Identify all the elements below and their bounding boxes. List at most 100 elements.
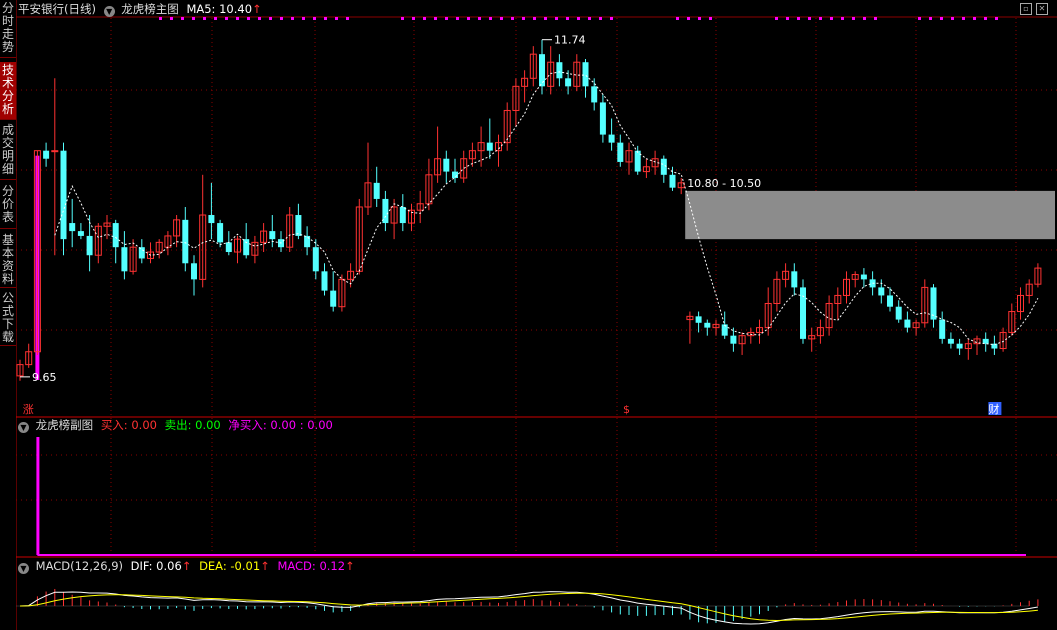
candle-body	[956, 343, 963, 349]
candle-body	[321, 271, 328, 291]
marker-dot	[192, 17, 195, 20]
sub-panel-title[interactable]: 龙虎榜副图	[36, 418, 94, 432]
close-icon[interactable]: ✕	[1036, 3, 1048, 15]
candle-body	[51, 150, 59, 153]
marker-dot	[588, 17, 591, 20]
candle-body	[60, 150, 67, 240]
marker-dot	[808, 17, 811, 20]
candle-body	[269, 231, 276, 240]
marker-dot	[159, 17, 162, 20]
marker-dot	[709, 17, 712, 20]
marker-dot	[445, 17, 448, 20]
candle-body	[904, 319, 911, 328]
marker-dot	[412, 17, 415, 20]
marker-dot	[313, 17, 316, 20]
window-restore-icon[interactable]: ▫	[1020, 3, 1032, 15]
price-zone-box	[685, 190, 1055, 240]
sidebar-tab-char: 析	[1, 102, 14, 116]
candle-body	[939, 319, 946, 339]
chevron-down-icon[interactable]: ▼	[18, 563, 29, 574]
marker-dot	[698, 17, 701, 20]
candle-body	[887, 295, 893, 307]
candle-body	[373, 182, 380, 199]
chart-area: 11.74 9.65 10.80 - 10.50 涨 $ 财 平安银行(日线) ▼ 龙虎榜…	[16, 0, 1057, 630]
macd-title[interactable]: MACD(12,26,9)	[36, 559, 123, 573]
dif-value: DIF: 0.06	[130, 559, 182, 573]
sidebar-tab-5[interactable]: 公式下载	[0, 290, 16, 346]
marker-dot	[346, 17, 349, 20]
marker-dot	[203, 17, 206, 20]
stock-title: 平安银行(日线)	[18, 2, 96, 16]
marker-dot	[478, 17, 481, 20]
marker-dot	[544, 17, 547, 20]
marker-dot	[863, 17, 866, 20]
candle-body	[399, 206, 406, 224]
marker-dot	[830, 17, 833, 20]
marker-dot	[291, 17, 294, 20]
net-buy-value: 净买入: 0.00 : 0.00	[228, 418, 333, 432]
marker-dot	[258, 17, 261, 20]
marker-dot	[456, 17, 459, 20]
sidebar-tab-4[interactable]: 基本资料	[0, 232, 16, 288]
candle-body	[112, 223, 119, 248]
candle-body	[121, 247, 128, 272]
candle-body	[556, 62, 563, 79]
marker-dot	[214, 17, 217, 20]
marker-dot	[610, 17, 613, 20]
sub-panel-header: ▼ 龙虎榜副图 买入: 0.00 卖出: 0.00 净买入: 0.00 : 0.…	[18, 417, 333, 433]
marker-dot	[852, 17, 855, 20]
candle-body	[295, 215, 302, 236]
macd-panel-header: ▼ MACD(12,26,9) DIF: 0.06↑ DEA: -0.01↑ M…	[18, 558, 355, 574]
candle-body	[930, 287, 937, 320]
sidebar-tab-char: 表	[1, 210, 14, 224]
marker-dot	[324, 17, 327, 20]
marker-dot	[533, 17, 536, 20]
chart-canvas[interactable]: 11.74 9.65 10.80 - 10.50 涨 $ 财	[16, 0, 1057, 630]
macd-value: MACD: 0.12	[277, 559, 346, 573]
sidebar-tab-3[interactable]: 分价表	[0, 183, 16, 229]
marker-dot	[962, 17, 965, 20]
candle-body	[312, 247, 319, 272]
macd-arrow-icon: ↑	[345, 559, 355, 573]
candle-body	[730, 335, 737, 344]
sidebar-tab-char: 料	[1, 272, 14, 286]
sidebar-tab-char: 载	[1, 330, 14, 344]
dea-value: DEA: -0.01	[199, 559, 261, 573]
candle-body	[330, 290, 337, 307]
indicator-name[interactable]: 龙虎榜主图	[121, 2, 179, 16]
candle-body	[43, 150, 50, 159]
marker-dot	[940, 17, 943, 20]
candle-body	[191, 263, 197, 280]
chevron-down-icon[interactable]: ▼	[18, 422, 29, 433]
marker-dot	[687, 17, 690, 20]
candle-body	[86, 235, 93, 256]
sidebar-tab-2[interactable]: 成交明细	[0, 122, 16, 180]
zone-label: 10.80 - 10.50	[687, 177, 761, 190]
chevron-down-icon[interactable]: ▼	[103, 6, 115, 17]
candle-body	[443, 158, 450, 172]
marker-dot	[819, 17, 822, 20]
sidebar-tab-1[interactable]: 技术分析	[0, 62, 16, 120]
candle-body	[69, 223, 76, 232]
candle-body	[608, 134, 615, 143]
marker-dot	[841, 17, 844, 20]
marker-dot	[984, 17, 987, 20]
candle-body	[225, 242, 232, 253]
marker-dot	[797, 17, 800, 20]
marker-dot	[599, 17, 602, 20]
ma-label: MA5: 10.40	[186, 2, 253, 16]
candle-body	[878, 287, 885, 296]
candle-body	[860, 274, 867, 280]
candle-body	[452, 171, 458, 179]
candle-body	[243, 239, 250, 256]
marker-dot	[269, 17, 272, 20]
main-header: 平安银行(日线) ▼ 龙虎榜主图 MA5: 10.40↑	[18, 1, 262, 17]
sidebar-tab-char: 细	[1, 162, 14, 176]
marker-dot	[995, 17, 998, 20]
marker-dot	[511, 17, 514, 20]
sidebar-tab-0[interactable]: 分时走势	[0, 0, 16, 58]
marker-dot	[566, 17, 569, 20]
candle-body	[895, 306, 902, 320]
marker-dot	[676, 17, 679, 20]
candle-body	[721, 324, 728, 336]
